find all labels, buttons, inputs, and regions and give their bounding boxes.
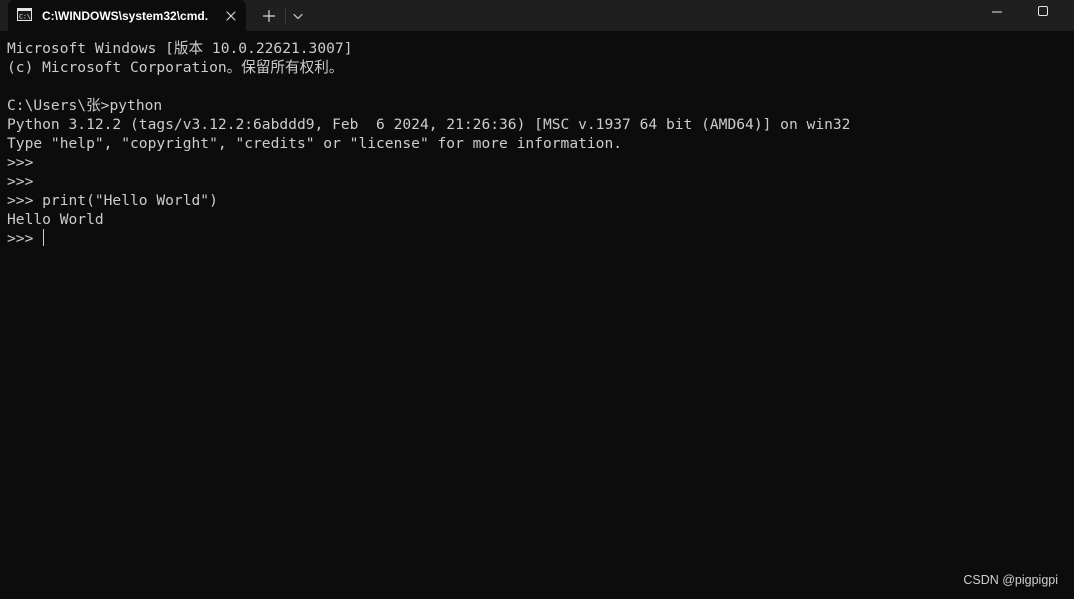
console-line: >>> print("Hello World")	[7, 192, 218, 209]
prompt: >>>	[7, 230, 43, 247]
console-line: C:\Users\张>python	[7, 97, 163, 114]
close-icon[interactable]	[223, 8, 239, 24]
chevron-down-icon[interactable]	[288, 5, 308, 27]
cmd-console-icon: C:\	[17, 8, 32, 21]
svg-text:C:\: C:\	[19, 13, 31, 21]
tab-title: C:\WINDOWS\system32\cmd.	[42, 9, 209, 23]
minimize-icon[interactable]	[978, 0, 1016, 24]
console-line: >>>	[7, 154, 34, 171]
console-line: Type "help", "copyright", "credits" or "…	[7, 135, 623, 152]
console-line: >>>	[7, 173, 34, 190]
console-input-line[interactable]: >>>	[7, 229, 1067, 248]
console-line: (c) Microsoft Corporation。保留所有权利。	[7, 59, 344, 76]
console-line: Python 3.12.2 (tags/v3.12.2:6abddd9, Feb…	[7, 116, 851, 133]
maximize-icon[interactable]	[1024, 0, 1062, 24]
terminal-window: C:\ C:\WINDOWS\system32\cmd. Microsoft W…	[0, 0, 1074, 599]
plus-icon[interactable]	[258, 5, 280, 27]
tab-divider	[285, 8, 286, 24]
console-line: Microsoft Windows [版本 10.0.22621.3007]	[7, 40, 353, 57]
console-output[interactable]: Microsoft Windows [版本 10.0.22621.3007] (…	[7, 39, 1067, 248]
tab-cmd[interactable]: C:\ C:\WINDOWS\system32\cmd.	[8, 0, 246, 31]
watermark: CSDN @pigpigpi	[963, 573, 1058, 587]
text-cursor	[43, 229, 45, 246]
console-line: Hello World	[7, 211, 104, 228]
title-bar: C:\ C:\WINDOWS\system32\cmd.	[0, 0, 1074, 31]
